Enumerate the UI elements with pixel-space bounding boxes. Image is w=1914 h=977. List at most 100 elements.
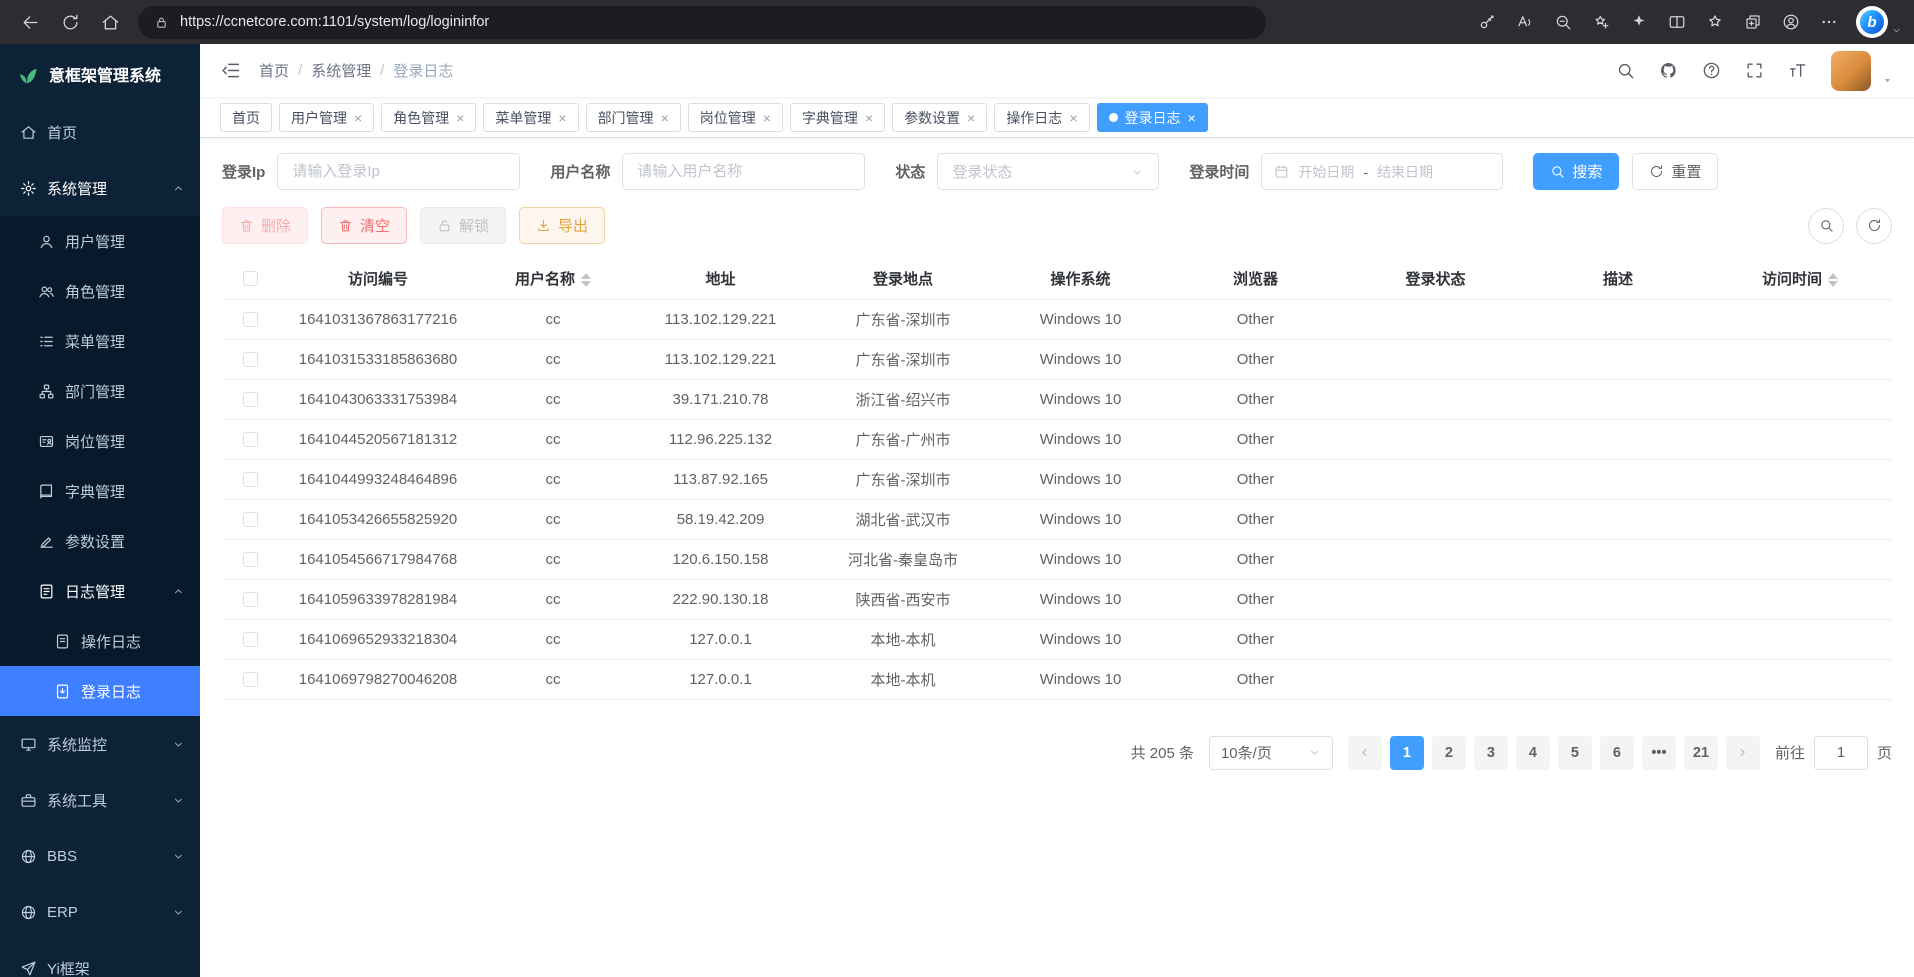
select-all-checkbox[interactable] bbox=[243, 271, 258, 286]
search-button[interactable]: 搜索 bbox=[1533, 153, 1619, 190]
sidebar-item-bbs[interactable]: BBS bbox=[0, 828, 200, 884]
avatar-caret-icon[interactable] bbox=[1881, 74, 1894, 87]
tab-post-admin[interactable]: 岗位管理× bbox=[688, 103, 783, 132]
tab-close-icon[interactable]: × bbox=[354, 111, 362, 125]
table-search-icon-button[interactable] bbox=[1808, 208, 1844, 244]
page-button-3[interactable]: 3 bbox=[1474, 736, 1508, 770]
tab-operation-log[interactable]: 操作日志× bbox=[994, 103, 1089, 132]
row-checkbox[interactable] bbox=[243, 392, 258, 407]
tab-close-icon[interactable]: × bbox=[1188, 111, 1196, 125]
site-info-icon[interactable] bbox=[154, 15, 169, 30]
tab-menu-admin[interactable]: 菜单管理× bbox=[483, 103, 578, 132]
search-icon[interactable] bbox=[1616, 61, 1635, 80]
row-checkbox[interactable] bbox=[243, 312, 258, 327]
collapse-sidebar-icon[interactable] bbox=[220, 60, 241, 81]
sidebar-item-role-admin[interactable]: 角色管理 bbox=[0, 266, 200, 316]
page-button-4[interactable]: 4 bbox=[1516, 736, 1550, 770]
row-checkbox[interactable] bbox=[243, 432, 258, 447]
reset-button[interactable]: 重置 bbox=[1632, 153, 1718, 190]
breadcrumb-item[interactable]: 系统管理 bbox=[311, 60, 371, 81]
favorite-add-icon[interactable] bbox=[1584, 5, 1618, 39]
profile-icon[interactable] bbox=[1774, 5, 1808, 39]
export-button[interactable]: 导出 bbox=[519, 207, 605, 244]
bing-copilot-icon[interactable]: b bbox=[1856, 6, 1888, 38]
more-icon[interactable] bbox=[1812, 5, 1846, 39]
row-checkbox[interactable] bbox=[243, 512, 258, 527]
page-button-2[interactable]: 2 bbox=[1432, 736, 1466, 770]
page-button-1[interactable]: 1 bbox=[1390, 736, 1424, 770]
unlock-button[interactable]: 解锁 bbox=[420, 207, 506, 244]
tab-close-icon[interactable]: × bbox=[1069, 111, 1077, 125]
delete-button[interactable]: 删除 bbox=[222, 207, 308, 244]
sidebar-item-login-log[interactable]: 登录日志 bbox=[0, 666, 200, 716]
page-button-6[interactable]: 6 bbox=[1600, 736, 1634, 770]
row-checkbox[interactable] bbox=[243, 672, 258, 687]
tab-user-admin[interactable]: 用户管理× bbox=[279, 103, 374, 132]
sidebar-item-home[interactable]: 首页 bbox=[0, 104, 200, 160]
clear-button[interactable]: 清空 bbox=[321, 207, 407, 244]
sidebar-item-param-settings[interactable]: 参数设置 bbox=[0, 516, 200, 566]
goto-page-input[interactable] bbox=[1814, 736, 1868, 770]
collections-icon[interactable] bbox=[1736, 5, 1770, 39]
user-name-input[interactable] bbox=[622, 153, 865, 190]
column-header[interactable]: 用户名称 bbox=[478, 258, 628, 299]
tab-close-icon[interactable]: × bbox=[763, 111, 771, 125]
page-button-5[interactable]: 5 bbox=[1558, 736, 1592, 770]
fullscreen-icon[interactable] bbox=[1745, 61, 1764, 80]
sidebar-item-dept-admin[interactable]: 部门管理 bbox=[0, 366, 200, 416]
home-icon[interactable] bbox=[92, 5, 128, 39]
breadcrumb-item[interactable]: 首页 bbox=[259, 60, 289, 81]
page-button-21[interactable]: 21 bbox=[1684, 736, 1718, 770]
table-reload-icon-button[interactable] bbox=[1856, 208, 1892, 244]
bing-caret-icon[interactable] bbox=[1891, 25, 1902, 36]
sidebar-item-operation-log[interactable]: 操作日志 bbox=[0, 616, 200, 666]
sidebar-item-erp[interactable]: ERP bbox=[0, 884, 200, 940]
key-icon[interactable] bbox=[1470, 5, 1504, 39]
sidebar-item-system-tools[interactable]: 系统工具 bbox=[0, 772, 200, 828]
prev-page-button[interactable] bbox=[1348, 736, 1382, 770]
row-checkbox[interactable] bbox=[243, 472, 258, 487]
sidebar-item-yi-framework[interactable]: Yi框架 bbox=[0, 940, 200, 977]
sidebar-item-menu-admin[interactable]: 菜单管理 bbox=[0, 316, 200, 366]
tab-param-settings[interactable]: 参数设置× bbox=[892, 103, 987, 132]
tab-role-admin[interactable]: 角色管理× bbox=[381, 103, 476, 132]
next-page-button[interactable] bbox=[1726, 736, 1760, 770]
split-screen-icon[interactable] bbox=[1660, 5, 1694, 39]
date-range-picker[interactable]: 开始日期 - 结束日期 bbox=[1261, 153, 1503, 190]
back-icon[interactable] bbox=[12, 5, 48, 39]
tab-close-icon[interactable]: × bbox=[967, 111, 975, 125]
sidebar-item-system-admin[interactable]: 系统管理 bbox=[0, 160, 200, 216]
sidebar-item-post-admin[interactable]: 岗位管理 bbox=[0, 416, 200, 466]
row-checkbox[interactable] bbox=[243, 632, 258, 647]
tab-dict-admin[interactable]: 字典管理× bbox=[790, 103, 885, 132]
sort-icon[interactable] bbox=[581, 273, 591, 287]
read-aloud-icon[interactable] bbox=[1508, 5, 1542, 39]
row-checkbox[interactable] bbox=[243, 552, 258, 567]
tab-login-log[interactable]: 登录日志× bbox=[1097, 103, 1208, 132]
page-size-select[interactable]: 10条/页 bbox=[1209, 736, 1333, 770]
tab-dept-admin[interactable]: 部门管理× bbox=[586, 103, 681, 132]
address-bar[interactable]: https://ccnetcore.com:1101/system/log/lo… bbox=[138, 6, 1266, 39]
tab-close-icon[interactable]: × bbox=[661, 111, 669, 125]
more-pages-button[interactable]: ••• bbox=[1642, 736, 1676, 770]
sidebar-item-user-admin[interactable]: 用户管理 bbox=[0, 216, 200, 266]
column-header[interactable]: 访问时间 bbox=[1708, 258, 1892, 299]
sidebar-item-system-monitor[interactable]: 系统监控 bbox=[0, 716, 200, 772]
row-checkbox[interactable] bbox=[243, 592, 258, 607]
zoom-out-icon[interactable] bbox=[1546, 5, 1580, 39]
tab-close-icon[interactable]: × bbox=[558, 111, 566, 125]
favorites-icon[interactable] bbox=[1698, 5, 1732, 39]
github-icon[interactable] bbox=[1659, 61, 1678, 80]
sort-icon[interactable] bbox=[1828, 273, 1838, 287]
reload-icon[interactable] bbox=[52, 5, 88, 39]
login-ip-input[interactable] bbox=[277, 153, 520, 190]
copilot-icon[interactable] bbox=[1622, 5, 1656, 39]
sidebar-item-dict-admin[interactable]: 字典管理 bbox=[0, 466, 200, 516]
tab-close-icon[interactable]: × bbox=[865, 111, 873, 125]
help-icon[interactable] bbox=[1702, 61, 1721, 80]
sidebar-item-log-admin[interactable]: 日志管理 bbox=[0, 566, 200, 616]
user-avatar[interactable] bbox=[1831, 51, 1871, 91]
status-select[interactable]: 登录状态 bbox=[937, 153, 1159, 190]
tab-close-icon[interactable]: × bbox=[456, 111, 464, 125]
tab-home[interactable]: 首页 bbox=[220, 103, 272, 132]
